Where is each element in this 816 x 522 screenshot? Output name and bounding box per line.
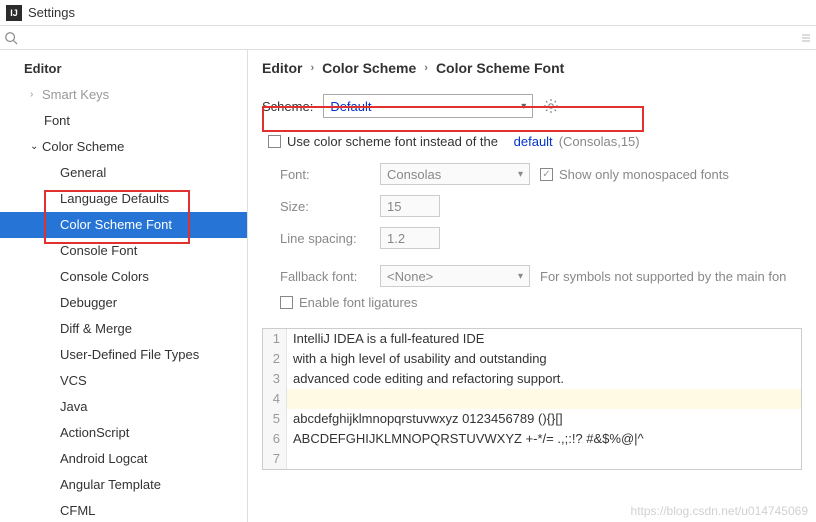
sidebar-item-general[interactable]: General [0,160,247,186]
line-number: 6 [263,429,287,449]
sidebar-item-smart-keys[interactable]: ›Smart Keys [0,82,247,108]
ligatures-label: Enable font ligatures [299,295,418,310]
size-label: Size: [280,199,380,214]
line-number: 1 [263,329,287,349]
preview-line [287,449,293,469]
spacing-value: 1.2 [387,231,405,246]
use-scheme-font-checkbox[interactable] [268,135,281,148]
line-number: 5 [263,409,287,429]
app-icon: IJ [6,5,22,21]
chevron-down-icon: ⌄ [30,137,42,157]
sidebar-item-java[interactable]: Java [0,394,247,420]
ligatures-checkbox[interactable] [280,296,293,309]
sidebar-item-console-colors[interactable]: Console Colors [0,264,247,290]
content-panel: Editor › Color Scheme › Color Scheme Fon… [248,50,816,522]
scheme-value: Default [330,99,371,114]
line-number: 3 [263,369,287,389]
window-title: Settings [28,5,75,20]
sidebar-item-vcs[interactable]: VCS [0,368,247,394]
sidebar-item-lang-defaults[interactable]: Language Defaults [0,186,247,212]
search-icon [4,31,18,45]
expand-icon[interactable] [800,32,812,44]
preview-line: ABCDEFGHIJKLMNOPQRSTUVWXYZ +-*/= .,;:!? … [287,429,644,449]
fallback-label: Fallback font: [280,269,380,284]
default-link[interactable]: default [514,134,553,149]
size-value: 15 [387,199,401,214]
sidebar-item-actionscript[interactable]: ActionScript [0,420,247,446]
spacing-input[interactable]: 1.2 [380,227,440,249]
sidebar: Editor ›Smart Keys Font ⌄Color Scheme Ge… [0,50,248,522]
line-number: 7 [263,449,287,469]
chevron-down-icon: ▾ [518,271,523,282]
line-number: 2 [263,349,287,369]
font-label: Font: [280,167,380,182]
sidebar-item-android-logcat[interactable]: Android Logcat [0,446,247,472]
font-value: Consolas [387,167,441,182]
scheme-label: Scheme: [262,99,313,114]
preview-line: abcdefghijklmnopqrstuvwxyz 0123456789 ()… [287,409,563,429]
sidebar-item-label: Color Scheme [42,137,124,157]
gear-icon[interactable] [543,98,559,114]
chevron-down-icon: ▾ [518,169,523,180]
sidebar-item-color-scheme[interactable]: ⌄Color Scheme [0,134,247,160]
sidebar-item-user-defined[interactable]: User-Defined File Types [0,342,247,368]
fallback-value: <None> [387,269,433,284]
preview-line [287,389,293,409]
scheme-select[interactable]: Default ▾ [323,94,533,118]
font-preview: 1IntelliJ IDEA is a full-featured IDE 2w… [262,328,802,470]
fallback-hint: For symbols not supported by the main fo… [540,269,802,284]
titlebar: IJ Settings [0,0,816,26]
preview-line: advanced code editing and refactoring su… [287,369,564,389]
chevron-down-icon: ▾ [521,101,526,112]
search-bar[interactable] [0,26,816,50]
search-input[interactable] [20,28,800,48]
mono-only-label: Show only monospaced fonts [559,167,729,182]
chevron-right-icon: › [424,62,428,74]
sidebar-item-angular-template[interactable]: Angular Template [0,472,247,498]
use-scheme-font-label: Use color scheme font instead of the [287,134,498,149]
font-select[interactable]: Consolas ▾ [380,163,530,185]
chevron-right-icon: › [30,85,42,105]
breadcrumb: Editor › Color Scheme › Color Scheme Fon… [262,60,802,76]
sidebar-item-label: Smart Keys [42,85,109,105]
preview-line: with a high level of usability and outst… [287,349,547,369]
chevron-right-icon: › [310,62,314,74]
size-input[interactable]: 15 [380,195,440,217]
sidebar-item-color-scheme-font[interactable]: Color Scheme Font [0,212,247,238]
breadcrumb-color-scheme-font: Color Scheme Font [436,60,564,76]
default-detail: (Consolas,15) [559,134,640,149]
spacing-label: Line spacing: [280,231,380,246]
sidebar-item-debugger[interactable]: Debugger [0,290,247,316]
mono-only-checkbox[interactable] [540,168,553,181]
breadcrumb-editor[interactable]: Editor [262,60,302,76]
breadcrumb-color-scheme[interactable]: Color Scheme [322,60,416,76]
sidebar-item-diff-merge[interactable]: Diff & Merge [0,316,247,342]
sidebar-item-console-font[interactable]: Console Font [0,238,247,264]
watermark: https://blog.csdn.net/u014745069 [631,504,808,518]
preview-line: IntelliJ IDEA is a full-featured IDE [287,329,484,349]
line-number: 4 [263,389,287,409]
fallback-select[interactable]: <None> ▾ [380,265,530,287]
sidebar-item-cfml[interactable]: CFML [0,498,247,522]
sidebar-item-editor[interactable]: Editor [0,56,247,82]
sidebar-item-font[interactable]: Font [0,108,247,134]
